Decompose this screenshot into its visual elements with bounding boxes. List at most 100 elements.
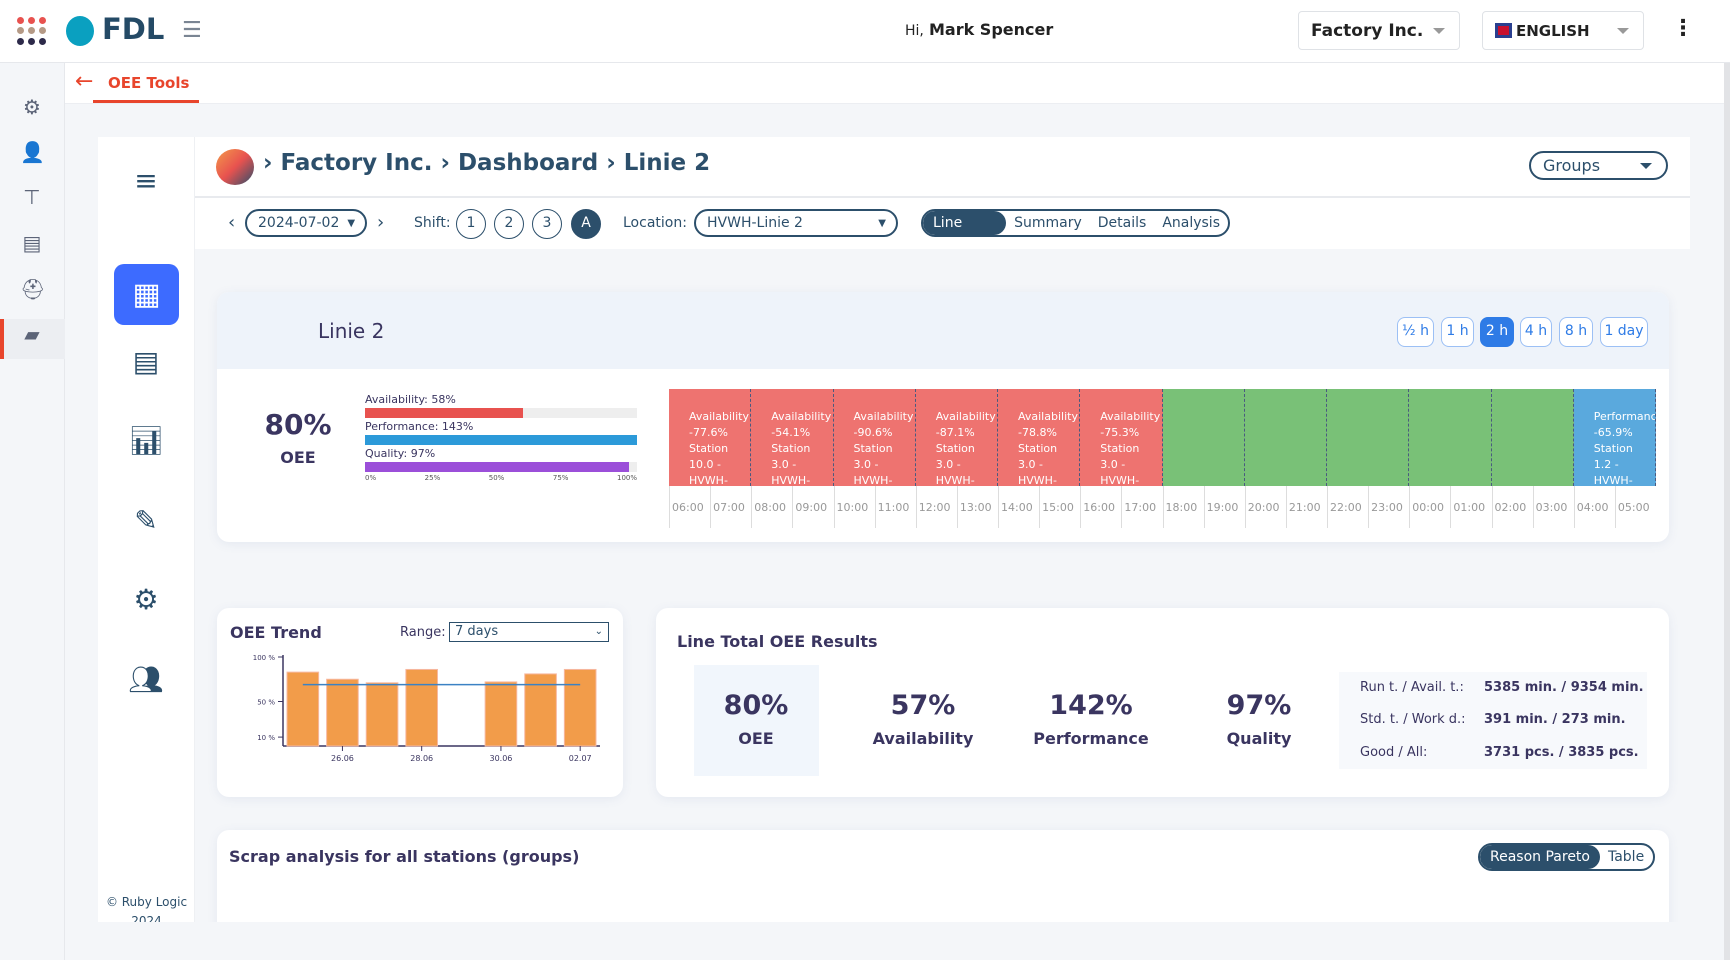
groups-select[interactable]: Groups bbox=[1529, 151, 1668, 180]
oee-trend-chart: 100 % 50 % 10 % 26.06 28.06 30.06 02.07 bbox=[253, 654, 600, 763]
tab-oee-tools[interactable]: OEE Tools bbox=[108, 74, 189, 92]
page-scrollbar[interactable] bbox=[1724, 63, 1730, 960]
hour-tick-label: 15:00 bbox=[1039, 486, 1080, 528]
menu-toggle-icon[interactable]: ☰ bbox=[182, 18, 202, 43]
gears-icon[interactable]: ⚙ bbox=[128, 582, 164, 618]
segment-text: HVWH- bbox=[1018, 474, 1057, 486]
next-date-button[interactable]: › bbox=[377, 212, 384, 233]
hour-tick-label: 20:00 bbox=[1244, 486, 1286, 528]
solar-panel-icon[interactable]: ▤ bbox=[128, 344, 164, 380]
tab-summary[interactable]: Summary bbox=[1006, 215, 1090, 231]
timeline-segment-red[interactable]: Availability -90.6% Station 3.0 - HVWH- bbox=[833, 389, 916, 486]
timeline-segment-green[interactable] bbox=[1409, 389, 1492, 486]
worker-icon[interactable]: ⛑ bbox=[20, 277, 45, 301]
timeline-segment-red[interactable]: Availability -54.1% Station 3.0 - HVWH- bbox=[751, 389, 834, 486]
hour-tick-label: 00:00 bbox=[1409, 486, 1450, 528]
toggle-table[interactable]: Table bbox=[1600, 849, 1652, 865]
timeline-segment-red[interactable]: Availability -87.1% Station 3.0 - HVWH- bbox=[915, 389, 998, 486]
availability-label: Availability: 58% bbox=[365, 393, 456, 406]
range-label: Range: bbox=[400, 625, 446, 640]
segment-text: Station bbox=[1593, 442, 1633, 455]
quality-label: Quality: 97% bbox=[365, 447, 436, 460]
hierarchy-icon[interactable]: ⊤ bbox=[20, 185, 44, 209]
segment-text: 1.2 - bbox=[1593, 458, 1619, 471]
shift-2-button[interactable]: 2 bbox=[494, 209, 524, 239]
hour-tick-label: 07:00 bbox=[710, 486, 751, 528]
segment-text: -90.6% bbox=[853, 426, 893, 439]
segment-text: Availability bbox=[853, 410, 914, 423]
shift-label: Shift: bbox=[414, 215, 451, 231]
tab-details[interactable]: Details bbox=[1090, 215, 1155, 231]
bar-axis-tick: 50% bbox=[488, 474, 505, 482]
segment-text: Availability bbox=[935, 410, 996, 423]
breadcrumb-company[interactable]: Factory Inc. bbox=[281, 150, 433, 176]
team-settings-icon[interactable]: 👥︎ bbox=[128, 662, 164, 698]
timeline-segment-green[interactable] bbox=[1491, 389, 1574, 486]
date-value: 2024-07-02 bbox=[258, 215, 340, 231]
more-options-icon[interactable]: ⋮ bbox=[1672, 16, 1694, 41]
date-select[interactable]: 2024-07-02 ▼ bbox=[245, 209, 367, 237]
segment-text: 3.0 - bbox=[1018, 458, 1043, 471]
segment-text: -65.9% bbox=[1593, 426, 1633, 439]
segment-text: 3.0 - bbox=[1100, 458, 1126, 471]
interval-4h-button[interactable]: 4 h bbox=[1520, 317, 1552, 347]
shift-all-button[interactable]: A bbox=[571, 209, 601, 239]
company-select[interactable]: Factory Inc. bbox=[1298, 11, 1460, 50]
back-arrow-icon[interactable]: ← bbox=[75, 69, 93, 94]
x-tick-label: 26.06 bbox=[331, 754, 354, 763]
metric-label: Performance bbox=[1033, 729, 1149, 748]
segment-text: -75.3% bbox=[1100, 426, 1140, 439]
shift-3-button[interactable]: 3 bbox=[532, 209, 562, 239]
segment-text: Station bbox=[1018, 442, 1058, 455]
apps-grid-icon[interactable] bbox=[17, 17, 46, 45]
segment-text: 3.0 - bbox=[771, 458, 797, 471]
hour-tick-label: 11:00 bbox=[874, 486, 916, 528]
tab-line-total[interactable]: Line total bbox=[923, 211, 1007, 235]
interval-1day-button[interactable]: 1 day bbox=[1600, 317, 1648, 347]
tools-icon[interactable]: ✎ bbox=[128, 503, 164, 539]
prev-date-button[interactable]: ‹ bbox=[228, 212, 235, 233]
interval-1h-button[interactable]: 1 h bbox=[1441, 317, 1474, 347]
factory-icon[interactable]: ▰ bbox=[20, 322, 44, 346]
hour-tick-label: 16:00 bbox=[1080, 486, 1121, 528]
interval-half-hour-button[interactable]: ½ h bbox=[1397, 317, 1434, 347]
language-select[interactable]: ENGLISH bbox=[1482, 11, 1644, 50]
location-select[interactable]: HVWH-Linie 2 ▼ bbox=[694, 209, 898, 237]
segment-text: Availability bbox=[1018, 410, 1078, 423]
location-value: HVWH-Linie 2 bbox=[707, 215, 803, 231]
toggle-reason-pareto[interactable]: Reason Pareto bbox=[1480, 845, 1600, 869]
bar-axis-tick: 0% bbox=[365, 474, 377, 482]
hamburger-menu-icon[interactable]: ≡ bbox=[128, 163, 164, 199]
timeline-segment-red[interactable]: Availability -75.3% Station 3.0 - HVWH- bbox=[1080, 389, 1163, 486]
interval-2h-button[interactable]: 2 h bbox=[1480, 317, 1514, 347]
interval-8h-button[interactable]: 8 h bbox=[1559, 317, 1593, 347]
timeline-segment-blue[interactable]: Performance -65.9% Station 1.2 - HVWH- bbox=[1573, 389, 1656, 486]
timeline-segment-green[interactable] bbox=[1244, 389, 1327, 486]
bar-chart-icon[interactable]: 📊︎ bbox=[128, 423, 164, 459]
user-gear-icon[interactable]: 👤 bbox=[20, 140, 45, 164]
tab-analysis[interactable]: Analysis bbox=[1154, 215, 1228, 231]
breadcrumb-dashboard[interactable]: Dashboard bbox=[458, 150, 598, 176]
dashboard-nav-button[interactable]: ▦ bbox=[114, 264, 179, 325]
breadcrumb-line: Linie 2 bbox=[623, 150, 711, 176]
settings-wheel-icon[interactable]: ⚙ bbox=[20, 95, 44, 119]
segment-text: Station bbox=[935, 442, 975, 455]
info-label: Good / All: bbox=[1360, 745, 1428, 760]
timeline-segment-red[interactable]: Availability -77.6% Station 10.0 - HVWH- bbox=[669, 389, 752, 486]
shift-1-button[interactable]: 1 bbox=[456, 209, 486, 239]
segment-text: Station bbox=[1100, 442, 1140, 455]
hour-tick-label: 02:00 bbox=[1491, 486, 1533, 528]
timeline-segment-green[interactable] bbox=[1327, 389, 1410, 486]
report-icon[interactable]: ▤ bbox=[20, 231, 44, 255]
hour-tick-label: 06:00 bbox=[669, 486, 710, 528]
timeline-segment-red[interactable]: Availability -78.8% Station 3.0 - HVWH- bbox=[998, 389, 1081, 486]
app-logo-icon bbox=[216, 149, 254, 185]
uk-flag-icon bbox=[1495, 23, 1512, 38]
greeting: Hi, Mark Spencer bbox=[905, 20, 1053, 39]
range-value: 7 days bbox=[455, 624, 499, 639]
range-select[interactable]: 7 days ⌄ bbox=[449, 622, 609, 642]
timeline-segment-green[interactable] bbox=[1162, 389, 1245, 486]
user-name: Mark Spencer bbox=[928, 20, 1054, 39]
caret-down-icon bbox=[1433, 28, 1445, 34]
metric-availability: 57% Availability bbox=[843, 690, 1003, 748]
